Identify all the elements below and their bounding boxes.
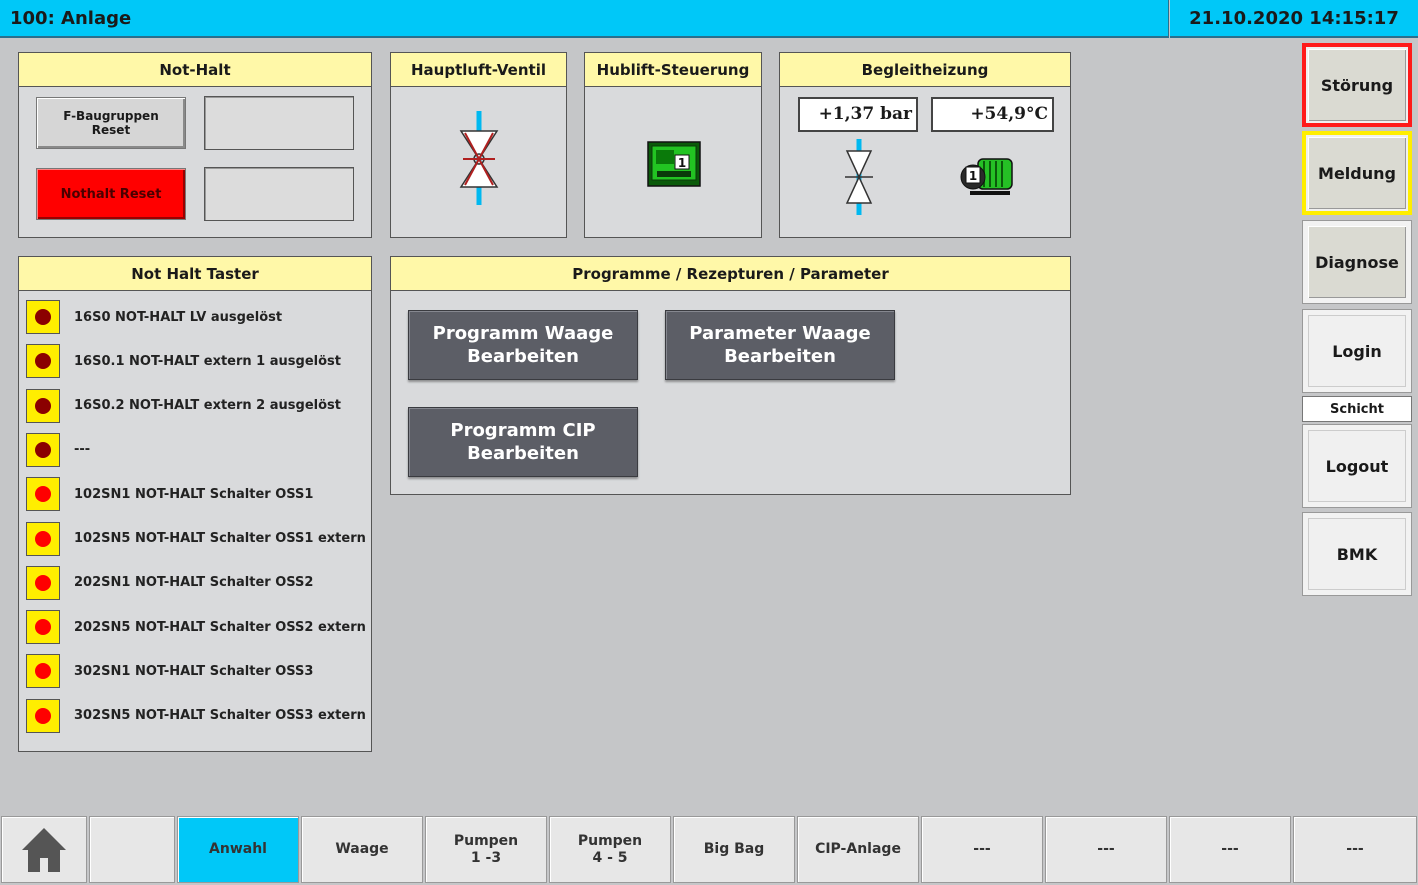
f-baugruppen-reset-button[interactable]: F-Baugruppen Reset bbox=[36, 97, 186, 149]
list-item-label: --- bbox=[74, 442, 91, 458]
not-halt-panel: Not-Halt F-Baugruppen Reset Nothalt Rese… bbox=[18, 52, 372, 238]
screen-title: 100: Anlage bbox=[10, 7, 132, 29]
pressure-value: +1,37 bar bbox=[798, 97, 918, 132]
datetime-text: 21.10.2020 14:15:17 bbox=[1189, 7, 1399, 29]
nothalt-reset-button[interactable]: Nothalt Reset bbox=[36, 168, 186, 220]
emergency-stop-indicator[interactable] bbox=[26, 698, 60, 733]
temperature-value: +54,9°C bbox=[931, 97, 1054, 132]
list-item: 16S0.1 NOT-HALT extern 1 ausgelöst bbox=[26, 344, 341, 379]
list-item: 202SN5 NOT-HALT Schalter OSS2 extern bbox=[26, 610, 366, 645]
list-item: 202SN1 NOT-HALT Schalter OSS2 bbox=[26, 565, 314, 600]
nav-home-button[interactable] bbox=[1, 816, 87, 883]
nothalt-status-field bbox=[204, 167, 354, 221]
nav-pumpen-1-3-button[interactable]: Pumpen 1 -3 bbox=[425, 816, 547, 883]
status-dot-icon bbox=[35, 441, 51, 458]
list-item: 102SN1 NOT-HALT Schalter OSS1 bbox=[26, 477, 314, 512]
home-icon bbox=[22, 827, 66, 872]
nav-anwahl-button[interactable]: Anwahl bbox=[177, 816, 299, 883]
valve-icon[interactable] bbox=[457, 109, 501, 207]
schicht-label: Schicht bbox=[1302, 396, 1412, 422]
meldung-label: Meldung bbox=[1308, 137, 1406, 209]
list-item-label: 302SN5 NOT-HALT Schalter OSS3 extern bbox=[74, 708, 366, 724]
not-halt-title: Not-Halt bbox=[19, 53, 371, 87]
hauptluft-ventil-panel: Hauptluft-Ventil bbox=[390, 52, 567, 238]
nav-empty-button-2[interactable]: --- bbox=[1045, 816, 1167, 883]
nav-big-bag-button[interactable]: Big Bag bbox=[673, 816, 795, 883]
svg-text:1: 1 bbox=[678, 156, 686, 170]
controller-icon[interactable]: 1 bbox=[647, 141, 701, 187]
list-item: 302SN5 NOT-HALT Schalter OSS3 extern bbox=[26, 698, 366, 733]
nav-blank-button[interactable] bbox=[89, 816, 175, 883]
stoerung-label: Störung bbox=[1308, 49, 1406, 121]
begleitheizung-title: Begleitheizung bbox=[780, 53, 1070, 87]
emergency-stop-indicator[interactable] bbox=[26, 344, 60, 379]
emergency-stop-indicator[interactable] bbox=[26, 610, 60, 645]
diagnose-label: Diagnose bbox=[1308, 226, 1406, 298]
list-item: 102SN5 NOT-HALT Schalter OSS1 extern bbox=[26, 521, 366, 556]
list-item-label: 16S0.2 NOT-HALT extern 2 ausgelöst bbox=[74, 398, 341, 414]
list-item-label: 102SN1 NOT-HALT Schalter OSS1 bbox=[74, 486, 314, 502]
nav-pumpen-4-5-button[interactable]: Pumpen 4 - 5 bbox=[549, 816, 671, 883]
diagnose-button[interactable]: Diagnose bbox=[1302, 220, 1412, 304]
heating-valve-icon[interactable] bbox=[845, 139, 873, 215]
nav-empty-button-3[interactable]: --- bbox=[1169, 816, 1291, 883]
emergency-stop-indicator[interactable] bbox=[26, 521, 60, 556]
list-item-label: 202SN1 NOT-HALT Schalter OSS2 bbox=[74, 575, 314, 591]
status-dot-icon bbox=[35, 397, 51, 414]
list-item: 16S0 NOT-HALT LV ausgelöst bbox=[26, 300, 282, 334]
list-item-label: 302SN1 NOT-HALT Schalter OSS3 bbox=[74, 663, 314, 679]
status-dot-icon bbox=[35, 309, 51, 325]
status-dot-icon bbox=[35, 619, 51, 636]
bmk-button[interactable]: BMK bbox=[1302, 512, 1412, 596]
logout-button[interactable]: Logout bbox=[1302, 424, 1412, 508]
emergency-stop-indicator[interactable] bbox=[26, 300, 60, 334]
programm-cip-button[interactable]: Programm CIP Bearbeiten bbox=[408, 407, 638, 477]
not-halt-taster-title: Not Halt Taster bbox=[19, 257, 371, 291]
parameter-waage-button[interactable]: Parameter Waage Bearbeiten bbox=[665, 310, 895, 380]
programm-waage-button[interactable]: Programm Waage Bearbeiten bbox=[408, 310, 638, 380]
stoerung-button[interactable]: Störung bbox=[1302, 43, 1412, 127]
emergency-stop-indicator[interactable] bbox=[26, 654, 60, 689]
emergency-stop-indicator[interactable] bbox=[26, 565, 60, 600]
pump-motor-icon[interactable]: 1 bbox=[960, 155, 1016, 197]
bmk-label: BMK bbox=[1308, 518, 1406, 590]
programme-panel: Programme / Rezepturen / Parameter Progr… bbox=[390, 256, 1071, 495]
meldung-button[interactable]: Meldung bbox=[1302, 131, 1412, 215]
nav-cip-anlage-button[interactable]: CIP-Anlage bbox=[797, 816, 919, 883]
emergency-stop-indicator[interactable] bbox=[26, 477, 60, 512]
hauptluft-ventil-title: Hauptluft-Ventil bbox=[391, 53, 566, 87]
list-item-label: 16S0 NOT-HALT LV ausgelöst bbox=[74, 309, 283, 325]
emergency-stop-indicator[interactable] bbox=[26, 388, 60, 423]
list-item: 302SN1 NOT-HALT Schalter OSS3 bbox=[26, 654, 314, 689]
list-item-label: 202SN5 NOT-HALT Schalter OSS2 extern bbox=[74, 619, 366, 635]
login-label: Login bbox=[1308, 315, 1406, 387]
programme-title: Programme / Rezepturen / Parameter bbox=[391, 257, 1070, 291]
nav-waage-button[interactable]: Waage bbox=[301, 816, 423, 883]
list-item-label: 16S0.1 NOT-HALT extern 1 ausgelöst bbox=[74, 353, 341, 369]
status-dot-icon bbox=[35, 663, 51, 680]
logout-label: Logout bbox=[1308, 430, 1406, 502]
nav-empty-button-1[interactable]: --- bbox=[921, 816, 1043, 883]
status-dot-icon bbox=[35, 574, 51, 591]
status-dot-icon bbox=[35, 353, 51, 370]
login-button[interactable]: Login bbox=[1302, 309, 1412, 393]
hublift-steuerung-title: Hublift-Steuerung bbox=[585, 53, 761, 87]
status-dot-icon bbox=[35, 486, 51, 503]
not-halt-taster-panel: Not Halt Taster 16S0 NOT-HALT LV ausgelö… bbox=[18, 256, 372, 752]
emergency-stop-indicator[interactable] bbox=[26, 432, 60, 467]
list-item: 16S0.2 NOT-HALT extern 2 ausgelöst bbox=[26, 388, 341, 423]
f-reset-status-field bbox=[204, 96, 354, 150]
svg-text:1: 1 bbox=[969, 169, 977, 183]
nav-empty-button-4[interactable]: --- bbox=[1293, 816, 1417, 883]
status-dot-icon bbox=[35, 707, 51, 724]
begleitheizung-panel: Begleitheizung +1,37 bar +54,9°C 1 bbox=[779, 52, 1071, 238]
list-item-label: 102SN5 NOT-HALT Schalter OSS1 extern bbox=[74, 531, 366, 546]
hublift-steuerung-panel: Hublift-Steuerung 1 bbox=[584, 52, 762, 238]
datetime-display: 21.10.2020 14:15:17 bbox=[1170, 0, 1418, 38]
list-item: --- bbox=[26, 432, 91, 467]
status-dot-icon bbox=[35, 530, 51, 547]
screen-title-bar: 100: Anlage bbox=[0, 0, 1169, 38]
